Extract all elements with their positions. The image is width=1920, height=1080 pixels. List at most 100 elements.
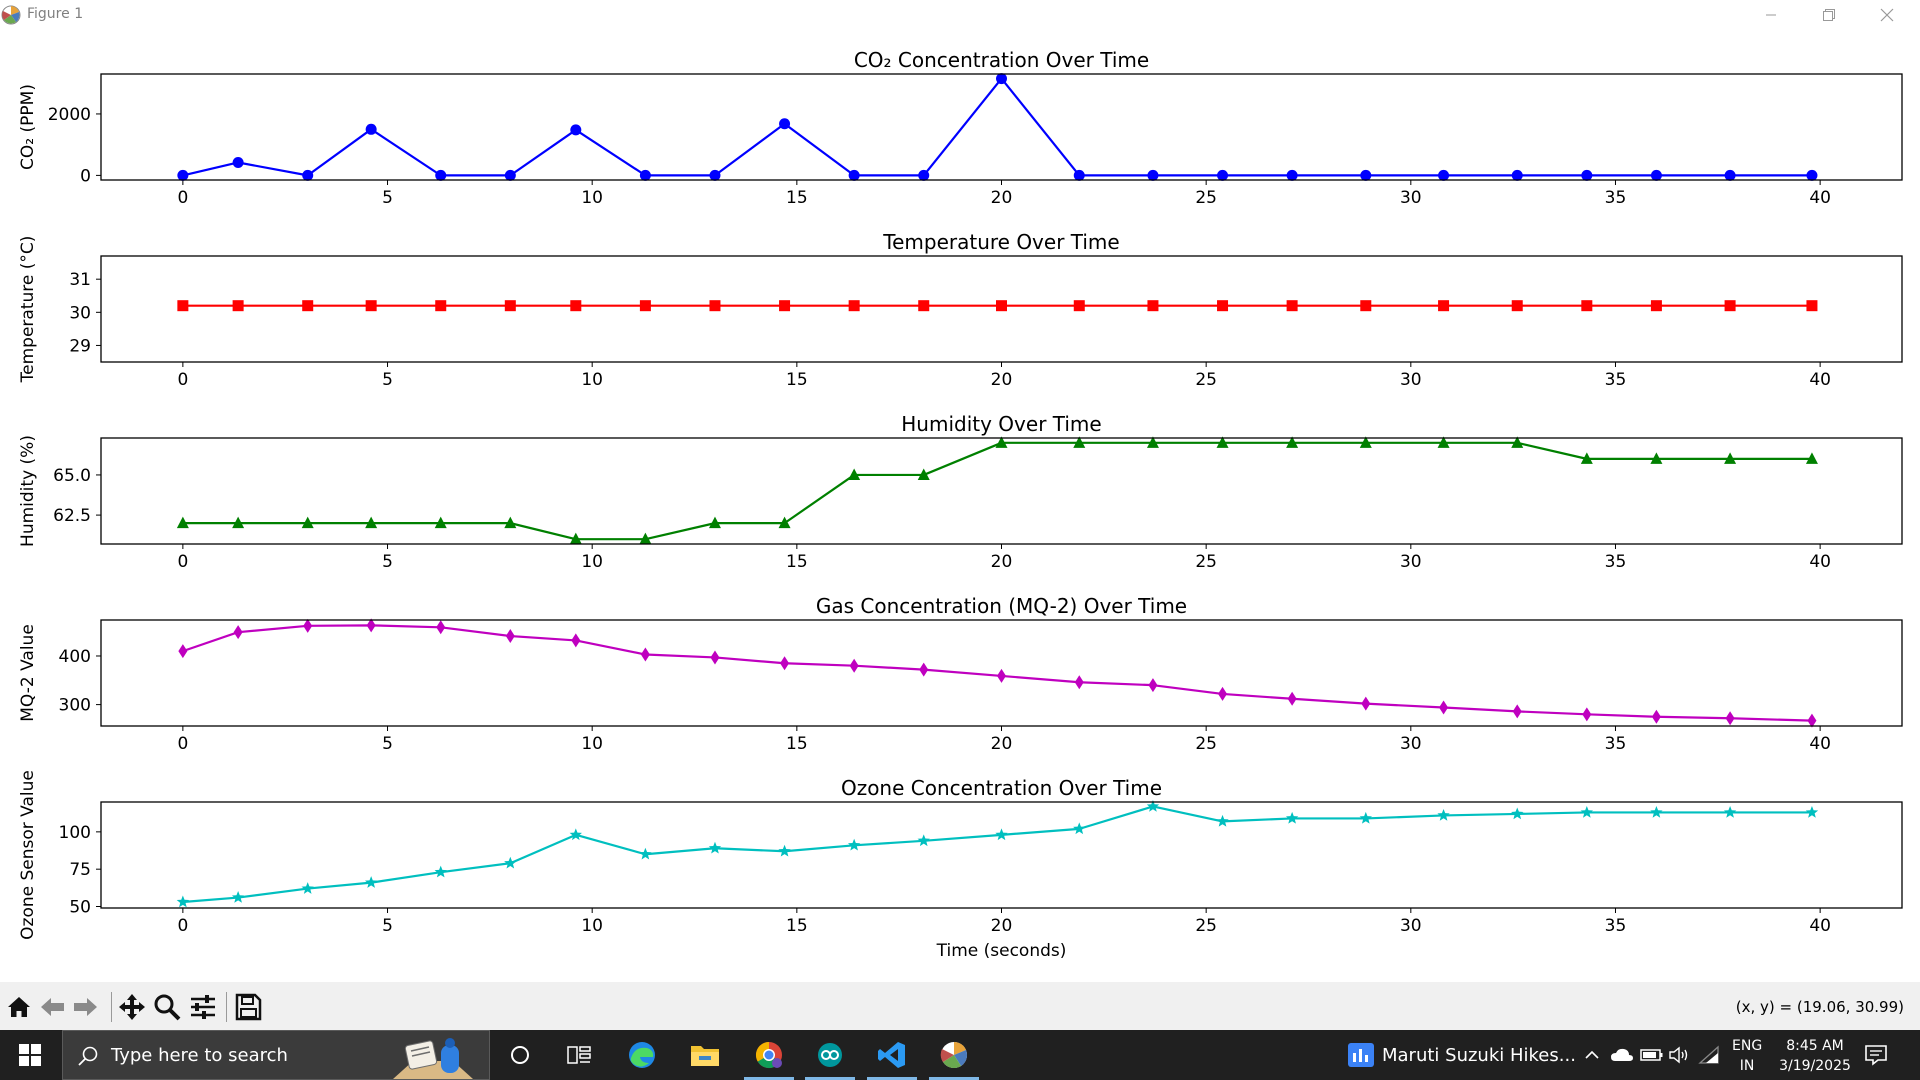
- y-tick-label: 30: [69, 303, 91, 323]
- data-point: [1724, 169, 1736, 181]
- zoom-magnifier-icon: [154, 994, 181, 1021]
- data-point: [365, 300, 377, 312]
- data-point: [177, 300, 189, 312]
- x-tick-label: 0: [177, 188, 188, 208]
- clock[interactable]: 8:45 AM 3/19/2025: [1774, 1036, 1856, 1076]
- figure-canvas[interactable]: CO₂ Concentration Over Time 0 5 10 15 20 25 30 3…: [0, 30, 1920, 982]
- task-view-button[interactable]: [554, 1030, 604, 1080]
- data-point: [1148, 678, 1158, 693]
- data-point: [849, 658, 859, 673]
- minimize-icon: [1766, 14, 1776, 16]
- home-icon: [8, 997, 30, 1017]
- data-point: [780, 656, 790, 671]
- chevron-up-icon[interactable]: [1582, 1045, 1602, 1065]
- x-tick-label: 40: [1809, 916, 1831, 936]
- forward-button[interactable]: [70, 992, 100, 1022]
- taskbar-app-arduino[interactable]: [805, 1030, 855, 1080]
- toolbar-separator: [111, 992, 112, 1022]
- x-tick-label: 15: [786, 916, 808, 936]
- x-tick-label: 20: [991, 370, 1013, 390]
- input-language-indicator[interactable]: ENG IN: [1732, 1036, 1762, 1076]
- taskbar-app-edge[interactable]: [617, 1030, 667, 1080]
- data-point: [1218, 686, 1228, 701]
- data-point: [1147, 300, 1159, 312]
- data-point: [302, 169, 314, 181]
- onedrive-cloud-icon[interactable]: [1610, 1045, 1634, 1065]
- x-tick-label: 40: [1809, 188, 1831, 208]
- task-view-cortana-button[interactable]: [495, 1030, 545, 1080]
- series-line: [182, 624, 1812, 722]
- data-point: [1724, 300, 1736, 312]
- navigation-toolbar: (x, y) = (19.06, 30.99): [0, 982, 1920, 1030]
- stocks-chart-icon: [1348, 1043, 1374, 1067]
- y-tick-label: 75: [69, 860, 91, 880]
- data-point: [1580, 805, 1594, 818]
- news-headline: Maruti Suzuki Hikes...: [1382, 1044, 1576, 1066]
- data-point: [178, 644, 188, 659]
- data-point: [639, 847, 652, 860]
- x-tick-label: 30: [1400, 916, 1422, 936]
- notification-center-icon[interactable]: [1864, 1043, 1888, 1067]
- data-point: [1073, 300, 1085, 312]
- pan-button[interactable]: [117, 992, 147, 1022]
- data-point: [504, 856, 517, 869]
- data-point: [301, 882, 314, 894]
- data-point: [434, 865, 447, 878]
- data-point: [364, 876, 378, 888]
- data-point: [779, 300, 791, 312]
- y-tick-label: 62.5: [53, 506, 91, 526]
- data-point: [231, 891, 245, 903]
- data-point: [505, 629, 515, 644]
- taskbar-app-chrome[interactable]: [744, 1030, 794, 1080]
- minimize-button[interactable]: [1742, 0, 1800, 30]
- back-button[interactable]: [38, 992, 68, 1022]
- data-point: [570, 300, 582, 312]
- data-point: [847, 838, 861, 851]
- x-axis-label: Time (seconds): [936, 941, 1067, 961]
- zoom-button[interactable]: [152, 992, 182, 1022]
- arduino-ide-icon: [818, 1043, 842, 1067]
- chart-title: Temperature Over Time: [882, 230, 1119, 254]
- save-floppy-icon: [235, 993, 262, 1021]
- data-point: [1285, 811, 1299, 824]
- taskbar-search-box[interactable]: Type here to search: [62, 1030, 490, 1080]
- clock-date: 3/19/2025: [1779, 1058, 1851, 1074]
- chart-title: Humidity Over Time: [901, 412, 1101, 436]
- x-tick-label: 20: [991, 734, 1013, 754]
- x-tick-label: 0: [177, 370, 188, 390]
- close-button[interactable]: [1858, 0, 1916, 30]
- data-point: [1582, 707, 1592, 722]
- language-code: ENG: [1732, 1038, 1763, 1054]
- volume-speaker-icon[interactable]: [1668, 1045, 1692, 1065]
- data-point: [1806, 300, 1818, 312]
- restore-button[interactable]: [1800, 0, 1858, 30]
- taskbar-app-matplotlib-figure[interactable]: [929, 1030, 979, 1080]
- configure-subplots-button[interactable]: [188, 992, 218, 1022]
- cursor-coordinates: (x, y) = (19.06, 30.99): [1735, 998, 1904, 1016]
- cortana-circle-icon: [511, 1046, 529, 1064]
- taskbar-app-vscode[interactable]: [867, 1030, 917, 1080]
- battery-icon[interactable]: [1640, 1045, 1664, 1065]
- save-button[interactable]: [233, 992, 263, 1022]
- y-tick-label: 0: [80, 166, 91, 186]
- x-tick-label: 15: [786, 734, 808, 754]
- x-tick-label: 35: [1605, 552, 1627, 572]
- wifi-network-icon[interactable]: [1698, 1045, 1720, 1065]
- data-point: [365, 123, 377, 135]
- data-point: [1581, 300, 1593, 312]
- taskbar-app-file-explorer[interactable]: [680, 1030, 730, 1080]
- data-point: [176, 895, 190, 908]
- x-tick-label: 25: [1195, 734, 1217, 754]
- start-button[interactable]: [0, 1030, 60, 1080]
- x-tick-label: 30: [1400, 370, 1422, 390]
- data-point: [997, 668, 1006, 683]
- data-point: [1360, 169, 1372, 181]
- x-tick-label: 15: [786, 370, 808, 390]
- home-button[interactable]: [4, 992, 34, 1022]
- news-widget[interactable]: Maruti Suzuki Hikes...: [1348, 1030, 1576, 1080]
- data-point: [918, 300, 930, 312]
- data-point: [1805, 805, 1819, 818]
- x-tick-label: 5: [382, 552, 393, 572]
- task-view-icon: [567, 1046, 591, 1064]
- data-point: [919, 662, 929, 677]
